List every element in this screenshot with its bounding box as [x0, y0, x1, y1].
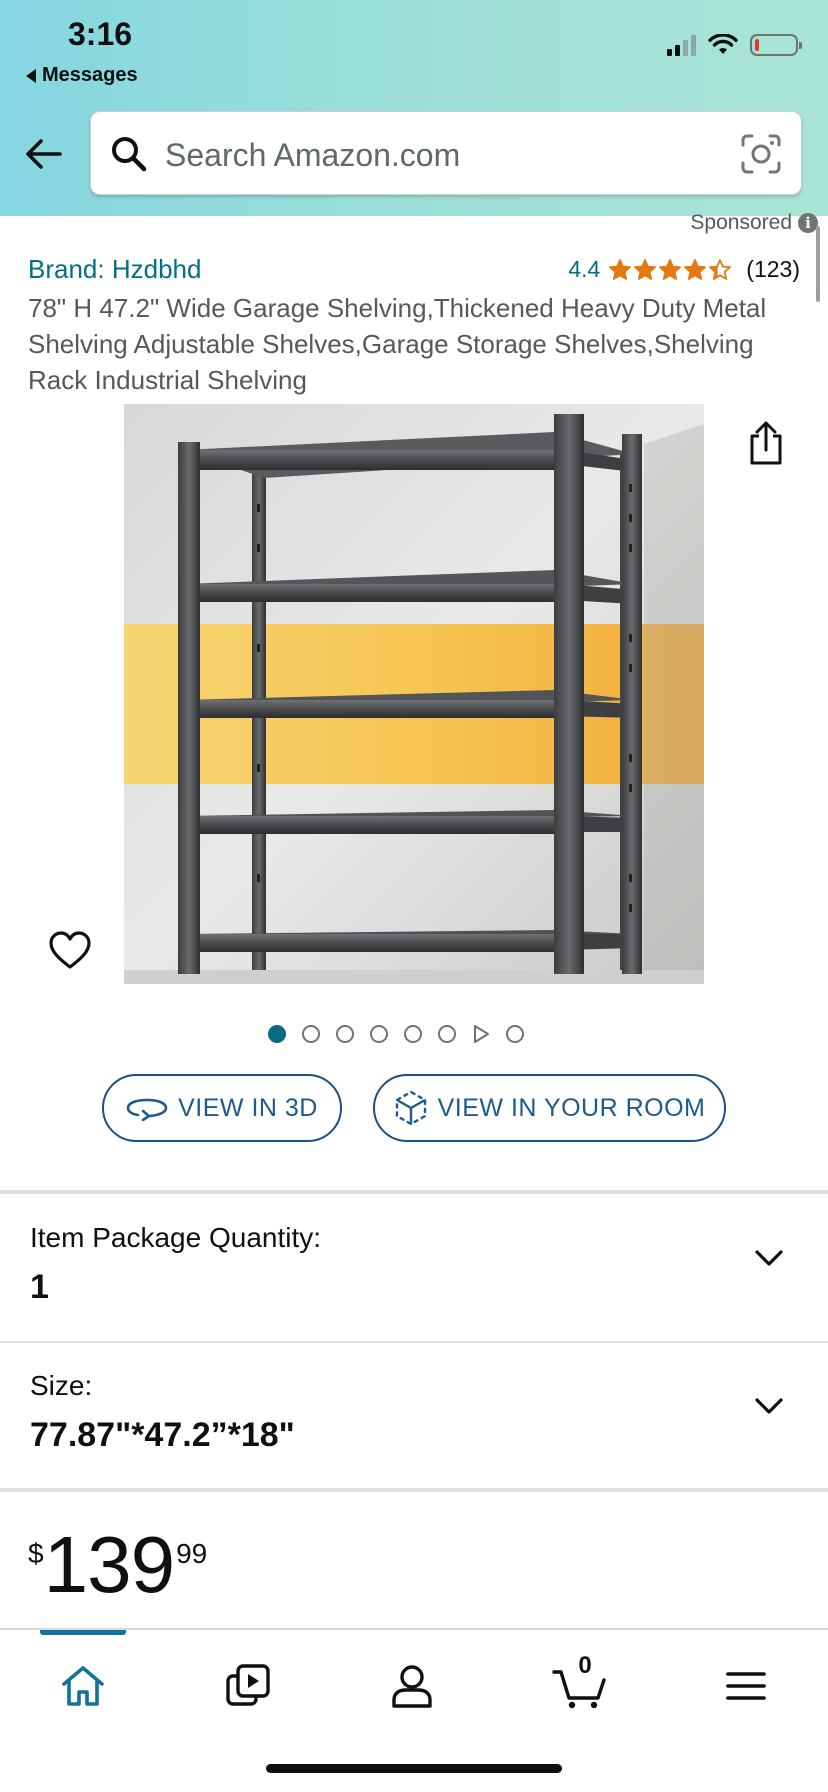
product-image[interactable]: [124, 404, 704, 984]
search-input[interactable]: [163, 130, 707, 180]
rotate-3d-icon: [126, 1098, 168, 1121]
carousel-dot[interactable]: [268, 1025, 286, 1043]
cart-count-badge: 0: [578, 1652, 592, 1679]
carousel-dot[interactable]: [438, 1025, 456, 1043]
status-time: 3:16: [68, 16, 133, 52]
rating-number: 4.4: [568, 256, 601, 282]
brand-link[interactable]: Brand: Hzdbhd: [28, 254, 201, 285]
video-play-icon[interactable]: [472, 1024, 490, 1044]
image-carousel-dots[interactable]: [268, 1024, 524, 1044]
home-icon[interactable]: [59, 1662, 107, 1710]
sponsored-label[interactable]: Sponsored i: [690, 211, 818, 235]
star-icon: [709, 258, 732, 280]
quantity-label: Item Package Quantity:: [30, 1222, 322, 1253]
quantity-value: 1: [30, 1268, 49, 1306]
carousel-dot[interactable]: [404, 1025, 422, 1043]
scroll-indicator: [816, 226, 820, 302]
price: $ 139 99: [28, 1520, 207, 1610]
review-count: (123): [746, 256, 800, 282]
back-to-messages-link[interactable]: Messages: [26, 64, 138, 87]
section-divider: [0, 1190, 828, 1194]
section-divider: [0, 1341, 828, 1343]
cell-signal-icon: [667, 34, 696, 56]
carousel-dot[interactable]: [370, 1025, 388, 1043]
account-icon[interactable]: [388, 1662, 436, 1710]
back-arrow-icon[interactable]: [24, 134, 64, 174]
back-to-app-label: Messages: [42, 64, 138, 86]
share-icon[interactable]: [746, 420, 786, 466]
heart-icon[interactable]: [48, 930, 92, 970]
star-icon: [634, 258, 657, 280]
price-symbol: $: [28, 1538, 44, 1569]
status-icons: [667, 34, 802, 56]
star-icon: [684, 258, 707, 280]
view-in-3d-button[interactable]: VIEW IN 3D: [102, 1074, 342, 1142]
menu-icon[interactable]: [722, 1662, 770, 1710]
ar-cube-icon: [395, 1090, 426, 1126]
carousel-dot[interactable]: [302, 1025, 320, 1043]
product-title: 78" H 47.2" Wide Garage Shelving,Thicken…: [28, 293, 767, 395]
rating-summary[interactable]: 4.4 (123): [568, 256, 800, 283]
back-triangle-icon: [26, 68, 36, 83]
size-value: 77.87"*47.2”*18": [30, 1416, 295, 1454]
price-whole: 139: [43, 1520, 175, 1609]
section-divider: [0, 1488, 828, 1492]
view-in-3d-label: VIEW IN 3D: [178, 1093, 318, 1122]
star-icon: [659, 258, 682, 280]
search-icon: [112, 137, 147, 172]
camera-scan-icon[interactable]: [739, 132, 783, 176]
chevron-down-icon[interactable]: [754, 1248, 784, 1268]
view-in-your-room-button[interactable]: VIEW IN YOUR ROOM: [373, 1074, 726, 1142]
wifi-icon: [708, 34, 738, 54]
price-fraction: 99: [176, 1538, 208, 1569]
home-gesture-bar[interactable]: [266, 1764, 562, 1773]
star-icon: [609, 258, 632, 280]
view-in-your-room-label: VIEW IN YOUR ROOM: [437, 1093, 706, 1122]
header: 3:16 Messages: [0, 0, 828, 216]
active-tab-indicator: [40, 1630, 126, 1635]
carousel-dot[interactable]: [506, 1025, 524, 1043]
search-bar[interactable]: [90, 111, 802, 195]
star-rating-icon: [608, 258, 732, 282]
carousel-dot[interactable]: [336, 1025, 354, 1043]
battery-icon: [750, 34, 802, 56]
video-icon[interactable]: [224, 1662, 272, 1710]
info-icon: i: [798, 213, 818, 233]
size-label: Size:: [30, 1370, 93, 1401]
chevron-down-icon[interactable]: [754, 1396, 784, 1416]
